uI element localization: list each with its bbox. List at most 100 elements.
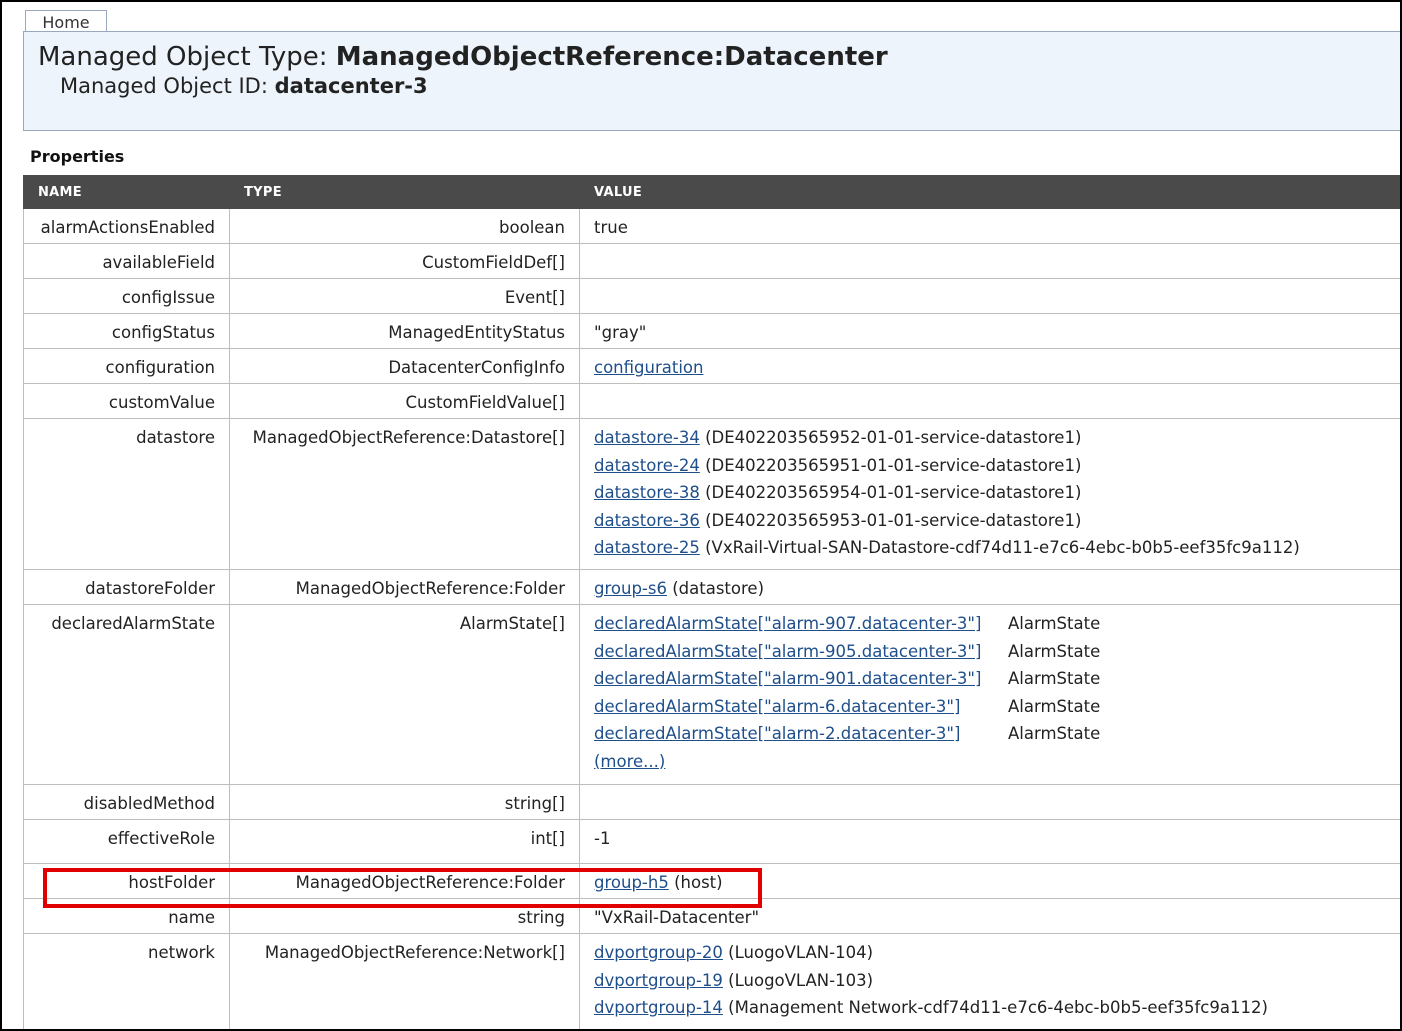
table-row: network ManagedObjectReference:Network[]… — [23, 933, 1400, 1029]
property-name: alarmActionsEnabled — [23, 208, 230, 244]
list-item: datastore-24 (DE402203565951-01-01-servi… — [594, 455, 1082, 475]
property-name: configStatus — [23, 313, 230, 349]
property-value — [579, 784, 1400, 820]
property-type: ManagedObjectReference:Datastore[] — [229, 418, 580, 570]
managed-object-type-value: ManagedObjectReference:Datacenter — [335, 42, 888, 72]
declared-alarm-state-link[interactable]: declaredAlarmState["alarm-907.datacenter… — [594, 614, 981, 633]
datastore-link[interactable]: datastore-34 — [594, 428, 700, 447]
list-item: declaredAlarmState["alarm-905.datacenter… — [594, 641, 1101, 661]
property-value: "VxRail-Datacenter" — [579, 898, 1400, 934]
datastore-link[interactable]: datastore-24 — [594, 456, 700, 475]
list-item: dvportgroup-14 (Management Network-cdf74… — [594, 998, 1268, 1017]
property-name: availableField — [23, 243, 230, 279]
table-row: name string "VxRail-Datacenter" — [23, 898, 1400, 934]
datastore-folder-link[interactable]: group-s6 — [594, 579, 667, 598]
property-type: int[] — [229, 819, 580, 864]
property-type: Event[] — [229, 278, 580, 314]
table-row: declaredAlarmState AlarmState[] declared… — [23, 604, 1400, 785]
property-type: ManagedEntityStatus — [229, 313, 580, 349]
property-value: "gray" — [579, 313, 1400, 349]
declared-alarm-state-link[interactable]: declaredAlarmState["alarm-6.datacenter-3… — [594, 697, 960, 716]
list-item: datastore-25 (VxRail-Virtual-SAN-Datasto… — [594, 538, 1300, 557]
property-type: ManagedObjectReference:Folder — [229, 863, 580, 899]
property-name: configuration — [23, 348, 230, 384]
home-link[interactable]: Home — [42, 13, 89, 32]
property-value: group-h5 (host) — [579, 863, 1400, 899]
property-type: string[] — [229, 784, 580, 820]
property-value — [579, 243, 1400, 279]
datastore-link[interactable]: datastore-36 — [594, 511, 700, 530]
property-value: -1 — [579, 819, 1400, 864]
table-row: availableField CustomFieldDef[] — [23, 243, 1400, 279]
more-link[interactable]: (more...) — [594, 752, 665, 771]
list-item: dvportgroup-19 (LuogoVLAN-103) — [594, 970, 874, 990]
declared-alarm-state-link[interactable]: declaredAlarmState["alarm-905.datacenter… — [594, 642, 981, 661]
property-value: datastore-34 (DE402203565952-01-01-servi… — [579, 418, 1400, 570]
list-item: declaredAlarmState["alarm-907.datacenter… — [594, 614, 1101, 633]
property-value: group-s6 (datastore) — [579, 569, 1400, 605]
host-folder-link[interactable]: group-h5 — [594, 873, 669, 892]
table-row: datastoreFolder ManagedObjectReference:F… — [23, 569, 1400, 605]
table-row: datastore ManagedObjectReference:Datasto… — [23, 418, 1400, 570]
home-tab[interactable]: Home — [25, 10, 107, 32]
network-link[interactable]: dvportgroup-20 — [594, 943, 723, 962]
list-item: dvportgroup-20 (LuogoVLAN-104) — [594, 943, 874, 962]
property-name: configIssue — [23, 278, 230, 314]
table-row: alarmActionsEnabled boolean true — [23, 208, 1400, 244]
property-name: effectiveRole — [23, 819, 230, 864]
table-row: hostFolder ManagedObjectReference:Folder… — [23, 863, 1400, 899]
managed-object-type: Managed Object Type: ManagedObjectRefere… — [38, 42, 888, 72]
property-type: boolean — [229, 208, 580, 244]
property-name: hostFolder — [23, 863, 230, 899]
column-header-type: TYPE — [229, 175, 580, 209]
property-value: configuration — [579, 348, 1400, 384]
table-row: effectiveRole int[] -1 — [23, 819, 1400, 864]
column-header-value: VALUE — [579, 175, 1400, 209]
list-item: declaredAlarmState["alarm-901.datacenter… — [594, 669, 1101, 688]
datastore-link[interactable]: datastore-38 — [594, 483, 700, 502]
property-value: dvportgroup-20 (LuogoVLAN-104) dvportgro… — [579, 933, 1400, 1029]
table-row: disabledMethod string[] — [23, 784, 1400, 820]
configuration-link[interactable]: configuration — [594, 358, 703, 377]
property-value: declaredAlarmState["alarm-907.datacenter… — [579, 604, 1400, 785]
property-type: CustomFieldValue[] — [229, 383, 580, 419]
list-item: (more...) — [594, 748, 1388, 776]
column-header-name: NAME — [23, 175, 230, 209]
object-header: Managed Object Type: ManagedObjectRefere… — [23, 31, 1400, 131]
table-row: configStatus ManagedEntityStatus "gray" — [23, 313, 1400, 349]
property-value — [579, 383, 1400, 419]
table-row: configuration DatacenterConfigInfo confi… — [23, 348, 1400, 384]
table-row: configIssue Event[] — [23, 278, 1400, 314]
list-item: declaredAlarmState["alarm-2.datacenter-3… — [594, 724, 1101, 743]
managed-object-id-value: datacenter-3 — [274, 74, 428, 98]
property-type: DatacenterConfigInfo — [229, 348, 580, 384]
property-name: network — [23, 933, 230, 1029]
property-name: datastoreFolder — [23, 569, 230, 605]
managed-object-id: Managed Object ID: datacenter-3 — [60, 74, 428, 98]
property-type: ManagedObjectReference:Folder — [229, 569, 580, 605]
list-item: datastore-36 (DE402203565953-01-01-servi… — [594, 510, 1082, 530]
declared-alarm-state-link[interactable]: declaredAlarmState["alarm-901.datacenter… — [594, 669, 981, 688]
list-item: declaredAlarmState["alarm-6.datacenter-3… — [594, 696, 1101, 716]
declared-alarm-state-link[interactable]: declaredAlarmState["alarm-2.datacenter-3… — [594, 724, 960, 743]
table-row: customValue CustomFieldValue[] — [23, 383, 1400, 419]
list-item: datastore-34 (DE402203565952-01-01-servi… — [594, 428, 1082, 447]
property-name: name — [23, 898, 230, 934]
properties-title: Properties — [30, 147, 125, 166]
property-type: AlarmState[] — [229, 604, 580, 785]
page-frame: Home Managed Object Type: ManagedObjectR… — [0, 0, 1402, 1031]
properties-table: NAME TYPE VALUE alarmActionsEnabled bool… — [23, 175, 1400, 1029]
table-header-row: NAME TYPE VALUE — [23, 175, 1400, 209]
property-type: ManagedObjectReference:Network[] — [229, 933, 580, 1029]
network-link[interactable]: dvportgroup-14 — [594, 998, 723, 1017]
property-name: declaredAlarmState — [23, 604, 230, 785]
list-item: datastore-38 (DE402203565954-01-01-servi… — [594, 483, 1082, 502]
property-name: disabledMethod — [23, 784, 230, 820]
property-name: datastore — [23, 418, 230, 570]
network-link[interactable]: dvportgroup-19 — [594, 971, 723, 990]
property-type: string — [229, 898, 580, 934]
property-value — [579, 278, 1400, 314]
property-value: true — [579, 208, 1400, 244]
datastore-link[interactable]: datastore-25 — [594, 538, 700, 557]
property-name: customValue — [23, 383, 230, 419]
